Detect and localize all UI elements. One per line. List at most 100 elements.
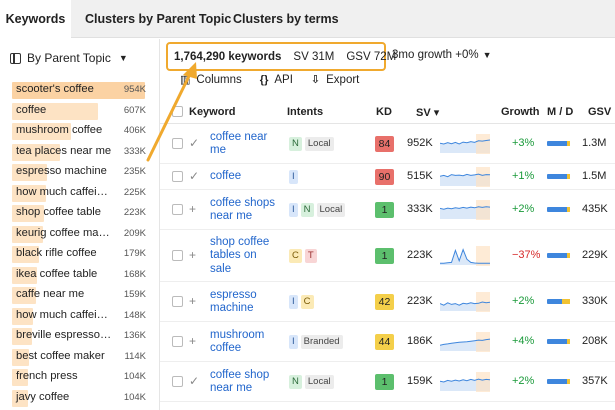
intent-tags: I N Local [289,203,346,217]
header-kd[interactable]: KD [376,106,392,118]
global-search-volume: 435K [582,203,608,215]
parent-topic-item[interactable]: keurig coffee ma… 209K [12,224,146,245]
columns-label: Columns [196,73,242,86]
forecast-region [476,372,490,392]
topic-volume: 607K [123,104,146,116]
intent-tags: I Branded [289,335,343,349]
row-checkbox[interactable] [172,296,183,307]
intent-tags: IC [289,295,314,309]
keyword-link[interactable]: coffee shops near me [210,197,278,224]
table-row: + coffee shops near me I N Local 1 333K +2% 435K [160,190,615,230]
search-volume: 186K [407,335,433,347]
growth-value: +2% [512,203,535,215]
parent-topic-item[interactable]: caffe near me 159K [12,285,146,306]
row-checkbox[interactable] [172,204,183,215]
parent-topic-item[interactable]: best coffee maker 114K [12,347,146,368]
desktop-share [567,379,570,384]
growth-value: −37% [512,249,541,261]
keyword-link[interactable]: espresso machine [210,289,278,316]
keyword-count: 1,764,290 keywords [174,50,282,63]
plus-icon[interactable]: + [189,202,196,216]
mobile-desktop-bar [547,207,570,212]
mobile-desktop-bar [547,141,570,146]
intent-badge: C [300,295,314,309]
growth-value: +4% [512,335,535,347]
plus-icon[interactable]: + [189,334,196,348]
row-checkbox[interactable] [172,336,183,347]
intent-tags: N Local [289,375,334,389]
topic-name: keurig coffee ma… [16,226,110,239]
row-checkbox[interactable] [172,138,183,149]
growth-filter-dropdown[interactable]: 3mo growth +0% ▼ [392,49,492,61]
keyword-link[interactable]: coffee shop near me [210,369,278,396]
search-volume: 223K [407,249,433,261]
table-header: Keyword Intents KD SV ▾ Growth M / D GSV [160,100,615,124]
keyword-link[interactable]: coffee [210,170,278,184]
check-icon[interactable]: ✓ [189,169,199,183]
header-growth[interactable]: Growth [501,106,540,118]
mobile-desktop-bar [547,299,570,304]
header-gsv[interactable]: GSV [588,106,611,118]
intent-badge: I [289,170,298,184]
row-checkbox[interactable] [172,171,183,182]
parent-topic-item[interactable]: shop coffee table 223K [12,203,146,224]
parent-topic-item[interactable]: coffee 607K [12,101,146,122]
trend-sparkline [440,246,490,266]
parent-topic-item[interactable]: breville espresso… 136K [12,326,146,347]
desktop-share [567,174,570,179]
table-row: ✓ coffee I 90 515K +1% 1.5M [160,164,615,190]
header-sv[interactable]: SV ▾ [416,106,439,119]
topic-volume: 209K [123,227,146,239]
intent-label-badge: Branded [300,335,343,349]
keywords-table: Keyword Intents KD SV ▾ Growth M / D GSV… [160,100,615,402]
header-md[interactable]: M / D [547,106,573,118]
plus-icon[interactable]: + [189,294,196,308]
forecast-region [476,134,490,154]
tab-clusters-by-terms[interactable]: Clusters by terms [233,0,339,38]
parent-topic-item[interactable]: javy coffee 104K [12,388,146,409]
topic-name: best coffee maker [16,349,105,362]
row-checkbox[interactable] [172,250,183,261]
table-row: ✓ coffee shop near me N Local 1 159K +2% 357K [160,362,615,402]
topic-name: black rifle coffee [16,247,97,259]
parent-topic-item[interactable]: mushroom coffee 406K [12,121,146,142]
group-by-dropdown[interactable]: By Parent Topic ▼ [10,51,128,65]
keyword-link[interactable]: coffee near me [210,131,278,158]
global-search-volume: 1.5M [582,170,607,182]
desktop-share [567,207,570,212]
global-search-volume: 330K [582,295,608,307]
intent-badge: I [289,295,298,309]
growth-filter-label: 3mo growth +0% [392,49,479,61]
check-icon[interactable]: ✓ [189,374,199,388]
keyword-link[interactable]: mushroom coffee [210,329,278,356]
row-checkbox[interactable] [172,376,183,387]
api-label: API [274,73,293,86]
intent-badge: N [289,137,302,151]
parent-topic-item[interactable]: tea places near me 333K [12,142,146,163]
keyword-link[interactable]: shop coffee tables on sale [210,236,278,277]
trend-sparkline [440,134,490,154]
parent-topic-item[interactable]: how much caffei… 148K [12,306,146,327]
parent-topic-item[interactable]: french press 104K [12,367,146,388]
parent-topic-item[interactable]: ikea coffee table 168K [12,265,146,286]
parent-topic-item[interactable]: scooter's coffee 954K [12,80,146,101]
intent-badge: I [289,203,298,217]
select-all-checkbox[interactable] [172,106,183,117]
api-button[interactable]: {} API [260,73,293,86]
check-icon[interactable]: ✓ [189,136,199,150]
trend-sparkline [440,200,490,220]
plus-icon[interactable]: + [189,248,196,262]
code-braces-icon: {} [259,73,269,86]
parent-topic-item[interactable]: black rifle coffee 179K [12,244,146,265]
header-keyword[interactable]: Keyword [189,106,235,118]
parent-topic-item[interactable]: espresso machine 235K [12,162,146,183]
kd-badge: 84 [375,136,394,152]
columns-button[interactable]: ▥ Columns [180,73,242,87]
tab-keywords[interactable]: Keywords [0,0,71,39]
parent-topic-item[interactable]: how much caffei… 225K [12,183,146,204]
tab-clusters-by-parent-topic[interactable]: Clusters by Parent Topic [85,0,231,38]
topic-name: scooter's coffee [16,83,94,95]
export-button[interactable]: ⇩ Export [311,73,359,87]
header-intents[interactable]: Intents [287,106,323,118]
intent-label-badge: Local [316,203,346,217]
